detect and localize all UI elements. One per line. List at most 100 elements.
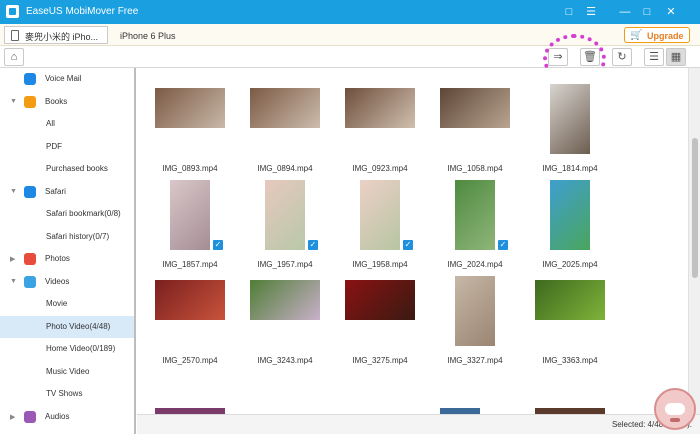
video-preview-image — [535, 280, 605, 320]
sidebar-item-label: Safari bookmark(0/8) — [46, 209, 121, 218]
expanded-arrow-icon[interactable]: ▼ — [10, 98, 17, 105]
sidebar-item-movie[interactable]: Movie — [0, 293, 134, 315]
file-name: IMG_3363.mp4 — [542, 356, 598, 365]
sidebar-item-label: Music Video — [46, 366, 90, 376]
chat-icon[interactable]: □ — [562, 5, 576, 19]
window-title: EaseUS MobiMover Free — [26, 6, 139, 17]
title-bar: EaseUS MobiMover Free □ ☰ — □ ✕ — [0, 0, 700, 24]
device-tab-label: 麥兜小米的 iPho... — [25, 32, 99, 42]
sidebar-item-home-video-0-189[interactable]: Home Video(0/189) — [0, 338, 134, 360]
video-preview-image — [155, 280, 225, 320]
device-tab-iphone[interactable]: iPhone 6 Plus — [120, 31, 176, 41]
sidebar-item-label: Movie — [46, 299, 68, 308]
video-preview-image — [550, 84, 590, 154]
collapsed-arrow-icon[interactable]: ▶ — [10, 413, 15, 421]
refresh-icon[interactable]: ↻ — [612, 48, 632, 66]
grid-view-icon[interactable]: ▦ — [666, 48, 686, 66]
video-preview-image — [360, 180, 400, 250]
sidebar-item-tv-shows[interactable]: TV Shows — [0, 383, 134, 405]
delete-icon[interactable]: 🗑 — [580, 48, 600, 66]
sidebar-item-all[interactable]: All — [0, 113, 134, 135]
sidebar-item-label: Photo Video(4/48) — [46, 321, 111, 331]
pig-watermark-icon — [654, 388, 696, 430]
videos-icon — [24, 275, 36, 288]
checkbox-checked-icon[interactable]: ✓ — [308, 240, 318, 250]
sidebar-item-label: TV Shows — [46, 389, 83, 398]
video-thumbnail[interactable]: IMG_2025.mp4 — [535, 180, 635, 276]
file-name: IMG_2025.mp4 — [542, 260, 598, 269]
cart-icon: 🛒 — [630, 30, 643, 41]
sidebar-item-label: Safari — [45, 186, 66, 196]
file-name: IMG_0893.mp4 — [162, 164, 218, 173]
sidebar-item-pdf[interactable]: PDF — [0, 136, 134, 158]
home-icon[interactable]: ⌂ — [4, 48, 24, 66]
checkbox-checked-icon[interactable]: ✓ — [498, 240, 508, 250]
file-name: IMG_0894.mp4 — [257, 164, 313, 173]
expanded-arrow-icon[interactable]: ▼ — [10, 188, 17, 195]
minimize-icon[interactable]: — — [618, 5, 632, 19]
file-name: IMG_2570.mp4 — [162, 356, 218, 365]
file-name: IMG_1958.mp4 — [352, 260, 408, 269]
sidebar-item-audios[interactable]: ▶ Audios — [0, 406, 134, 428]
vertical-scrollbar[interactable] — [688, 68, 700, 414]
file-name: IMG_3243.mp4 — [257, 356, 313, 365]
video-preview-image — [455, 180, 495, 250]
checkbox-checked-icon[interactable]: ✓ — [213, 240, 223, 250]
video-thumbnail[interactable]: IMG_1814.mp4 — [535, 84, 635, 180]
sidebar-item-music-video[interactable]: Music Video — [0, 361, 134, 383]
video-preview-image — [265, 180, 305, 250]
sidebar-item-label: Purchased books — [46, 164, 108, 173]
media-grid: IMG_0893.mp4 IMG_0894.mp4 IMG_0923.mp4 IMG_… — [137, 68, 688, 414]
sidebar-item-photos[interactable]: ▶ Photos — [0, 248, 134, 270]
sidebar-item-label: Videos — [45, 276, 70, 286]
device-tab-xiaomi[interactable]: 麥兜小米的 iPho... — [4, 26, 108, 44]
expanded-arrow-icon[interactable]: ▼ — [10, 278, 17, 285]
collapsed-arrow-icon[interactable]: ▶ — [10, 255, 15, 263]
sidebar-scrollbar[interactable] — [134, 68, 136, 434]
sidebar-item-voice-mail[interactable]: Voice Mail — [0, 68, 134, 90]
sidebar-item-label: Audios — [45, 411, 70, 421]
video-preview-image — [345, 88, 415, 128]
sidebar-item-label: Books — [45, 96, 68, 106]
sidebar-item-safari-bookmark-0-8[interactable]: Safari bookmark(0/8) — [0, 203, 134, 225]
sidebar-item-videos[interactable]: ▼ Videos — [0, 271, 134, 293]
sidebar: Voice Mail ▼ Books All PDF Purchased books ▼ Sa… — [0, 68, 136, 434]
sidebar-item-books[interactable]: ▼ Books — [0, 91, 134, 113]
video-preview-image — [170, 180, 210, 250]
file-name: IMG_1814.mp4 — [542, 164, 598, 173]
app-logo-icon — [6, 5, 19, 18]
file-name: IMG_0923.mp4 — [352, 164, 408, 173]
sidebar-item-label: All — [46, 119, 55, 128]
sidebar-item-safari-history-0-7[interactable]: Safari history(0/7) — [0, 226, 134, 248]
video-preview-image — [440, 88, 510, 128]
video-preview-image — [250, 88, 320, 128]
transfer-to-computer-icon[interactable]: ⇒ — [548, 48, 568, 66]
toolbar: ⌂ ⇒ 🗑 ↻ ☰ ▦ — [0, 46, 700, 68]
maximize-icon[interactable]: □ — [640, 5, 654, 19]
sidebar-item-purchased-books[interactable]: Purchased books — [0, 158, 134, 180]
sidebar-item-photo-video-4-48[interactable]: Photo Video(4/48) — [0, 315, 134, 338]
scroll-thumb[interactable] — [692, 138, 698, 278]
sidebar-item-label: PDF — [46, 141, 62, 151]
video-preview-image — [550, 180, 590, 250]
checkbox-checked-icon[interactable]: ✓ — [403, 240, 413, 250]
sidebar-item-safari[interactable]: ▼ Safari — [0, 181, 134, 203]
video-preview-image — [455, 276, 495, 346]
upgrade-button[interactable]: 🛒 Upgrade — [624, 27, 690, 43]
device-bar: 麥兜小米的 iPho... iPhone 6 Plus 🛒 Upgrade — [0, 24, 700, 46]
video-preview-image — [345, 280, 415, 320]
file-name: IMG_1957.mp4 — [257, 260, 313, 269]
menu-icon[interactable]: ☰ — [584, 5, 598, 19]
voice-mail-icon — [24, 73, 36, 85]
status-bar: Selected: 4/48 item(s). — [137, 414, 700, 434]
video-preview-image — [250, 280, 320, 320]
file-name: IMG_3327.mp4 — [447, 356, 503, 365]
audios-icon — [24, 410, 36, 423]
safari-icon — [24, 185, 36, 198]
list-view-icon[interactable]: ☰ — [644, 48, 664, 66]
upgrade-label: Upgrade — [647, 31, 684, 41]
video-thumbnail[interactable]: IMG_3363.mp4 — [535, 276, 635, 372]
sidebar-item-label: Photos — [45, 254, 70, 263]
close-icon[interactable]: ✕ — [664, 5, 678, 19]
phone-icon — [11, 30, 19, 41]
